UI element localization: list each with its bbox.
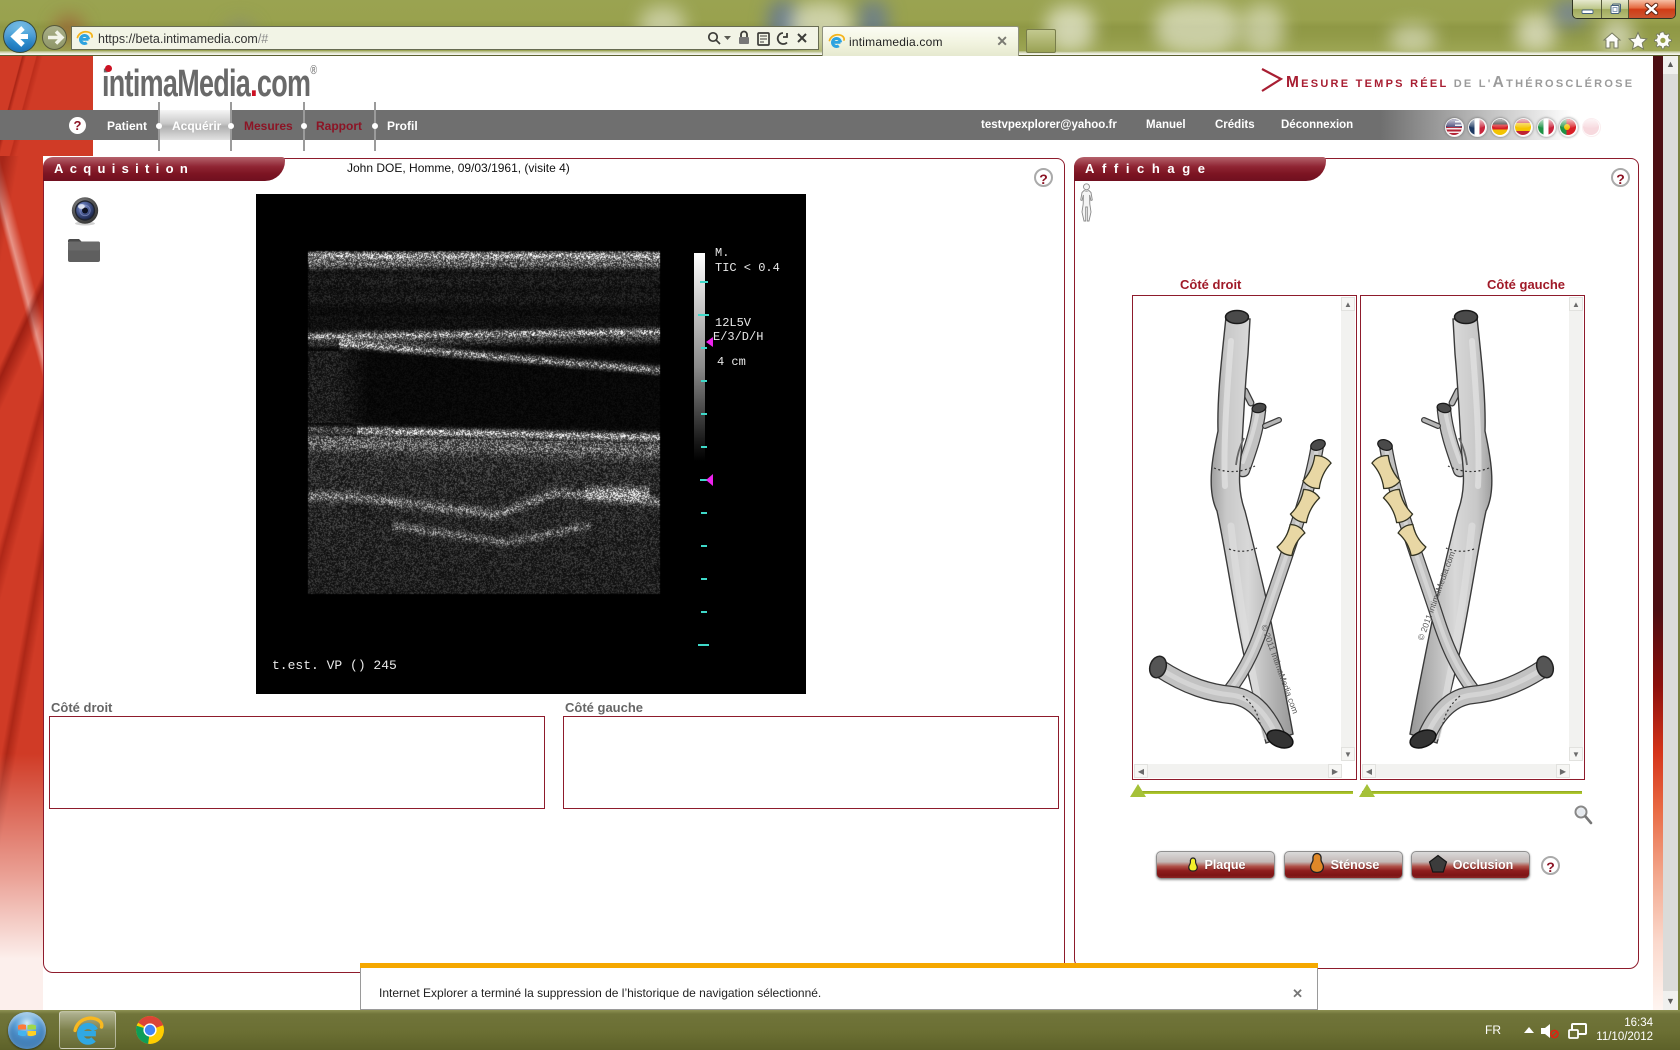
svg-text:t.est. VP () 245: t.est. VP () 245 — [272, 658, 397, 673]
svg-text:TIC < 0.4: TIC < 0.4 — [715, 261, 780, 275]
svg-text:M.: M. — [715, 246, 729, 260]
svg-text:4 cm: 4 cm — [717, 355, 746, 369]
svg-text:12L5V: 12L5V — [715, 316, 752, 330]
svg-text:E/3/D/H: E/3/D/H — [713, 330, 763, 344]
